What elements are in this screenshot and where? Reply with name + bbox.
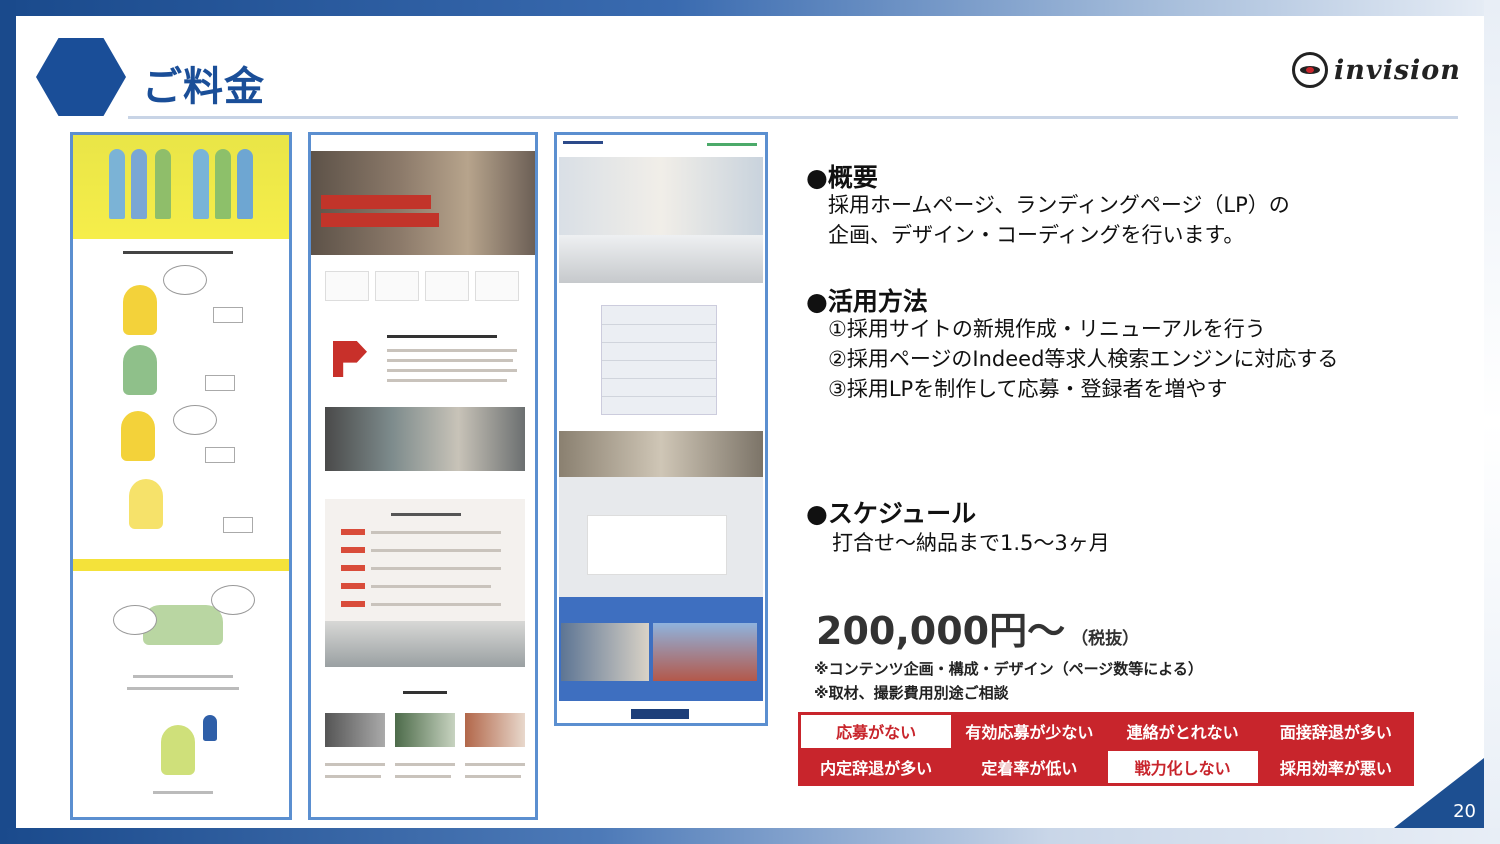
problem-tag: 応募がない [801, 715, 952, 748]
problem-tag: 有効応募が少ない [954, 715, 1105, 748]
problem-tag: 連絡がとれない [1107, 715, 1258, 748]
landing-page-sample-image [70, 132, 292, 820]
schedule-body: 打合せ～納品まで1.5～3ヶ月 [832, 531, 1110, 555]
slide-frame-right [1484, 0, 1500, 844]
sample-hero-banner [73, 135, 289, 239]
problem-tag-grid: 応募がない 有効応募が少ない 連絡がとれない 面接辞退が多い 内定辞退が多い 定… [798, 712, 1414, 786]
recruit-site-sample-image-2 [554, 132, 768, 726]
overview-heading: ●概要 [806, 163, 878, 192]
problem-tag: 採用効率が悪い [1260, 750, 1411, 783]
usage-heading: ●活用方法 [806, 287, 928, 316]
price-tax-note: （税抜） [1071, 629, 1140, 649]
problem-tag: 内定辞退が多い [801, 750, 952, 783]
overview-body: 採用ホームページ、ランディングページ（LP）の 企画、デザイン・コーディングを行… [828, 190, 1290, 250]
hexagon-icon [36, 38, 126, 116]
problem-tag: 戦力化しない [1107, 750, 1258, 783]
price-note: ※取材、撮影費用別途ご相談 [814, 684, 1009, 702]
recruit-site-sample-image [308, 132, 538, 820]
sample-hero-photo [311, 151, 535, 255]
problem-tag: 面接辞退が多い [1260, 715, 1411, 748]
slide-frame-bottom [0, 828, 1500, 844]
page-number: 20 [1453, 801, 1476, 822]
usage-line: ③採用LPを制作して応募・登録者を増やす [828, 377, 1228, 401]
logo-text: invision [1334, 54, 1461, 86]
overview-line: 企画、デザイン・コーディングを行います。 [828, 223, 1245, 247]
schedule-heading: ●スケジュール [806, 499, 977, 528]
usage-line: ①採用サイトの新規作成・リニューアルを行う [828, 317, 1266, 341]
usage-body: ①採用サイトの新規作成・リニューアルを行う ②採用ページのIndeed等求人検索… [828, 314, 1338, 404]
slide-frame-left [0, 0, 16, 844]
page-title: ご料金 [142, 64, 265, 110]
overview-line: 採用ホームページ、ランディングページ（LP）の [828, 193, 1290, 217]
title-divider [128, 116, 1458, 119]
price-amount: 200,000円～ [816, 609, 1066, 653]
problem-tag: 定着率が低い [954, 750, 1105, 783]
price: 200,000円～ （税抜） [816, 600, 1139, 655]
slide: ご料金 invision ●概要 採用ホームページ、ランディングページ（LP）の… [16, 16, 1484, 828]
usage-line: ②採用ページのIndeed等求人検索エンジンに対応する [828, 347, 1339, 371]
logo-mark-icon [1292, 52, 1328, 88]
price-note: ※コンテンツ企画・構成・デザイン（ページ数等による） [814, 660, 1203, 678]
brand-logo: invision [1292, 52, 1461, 88]
slide-frame-top [0, 0, 1500, 16]
